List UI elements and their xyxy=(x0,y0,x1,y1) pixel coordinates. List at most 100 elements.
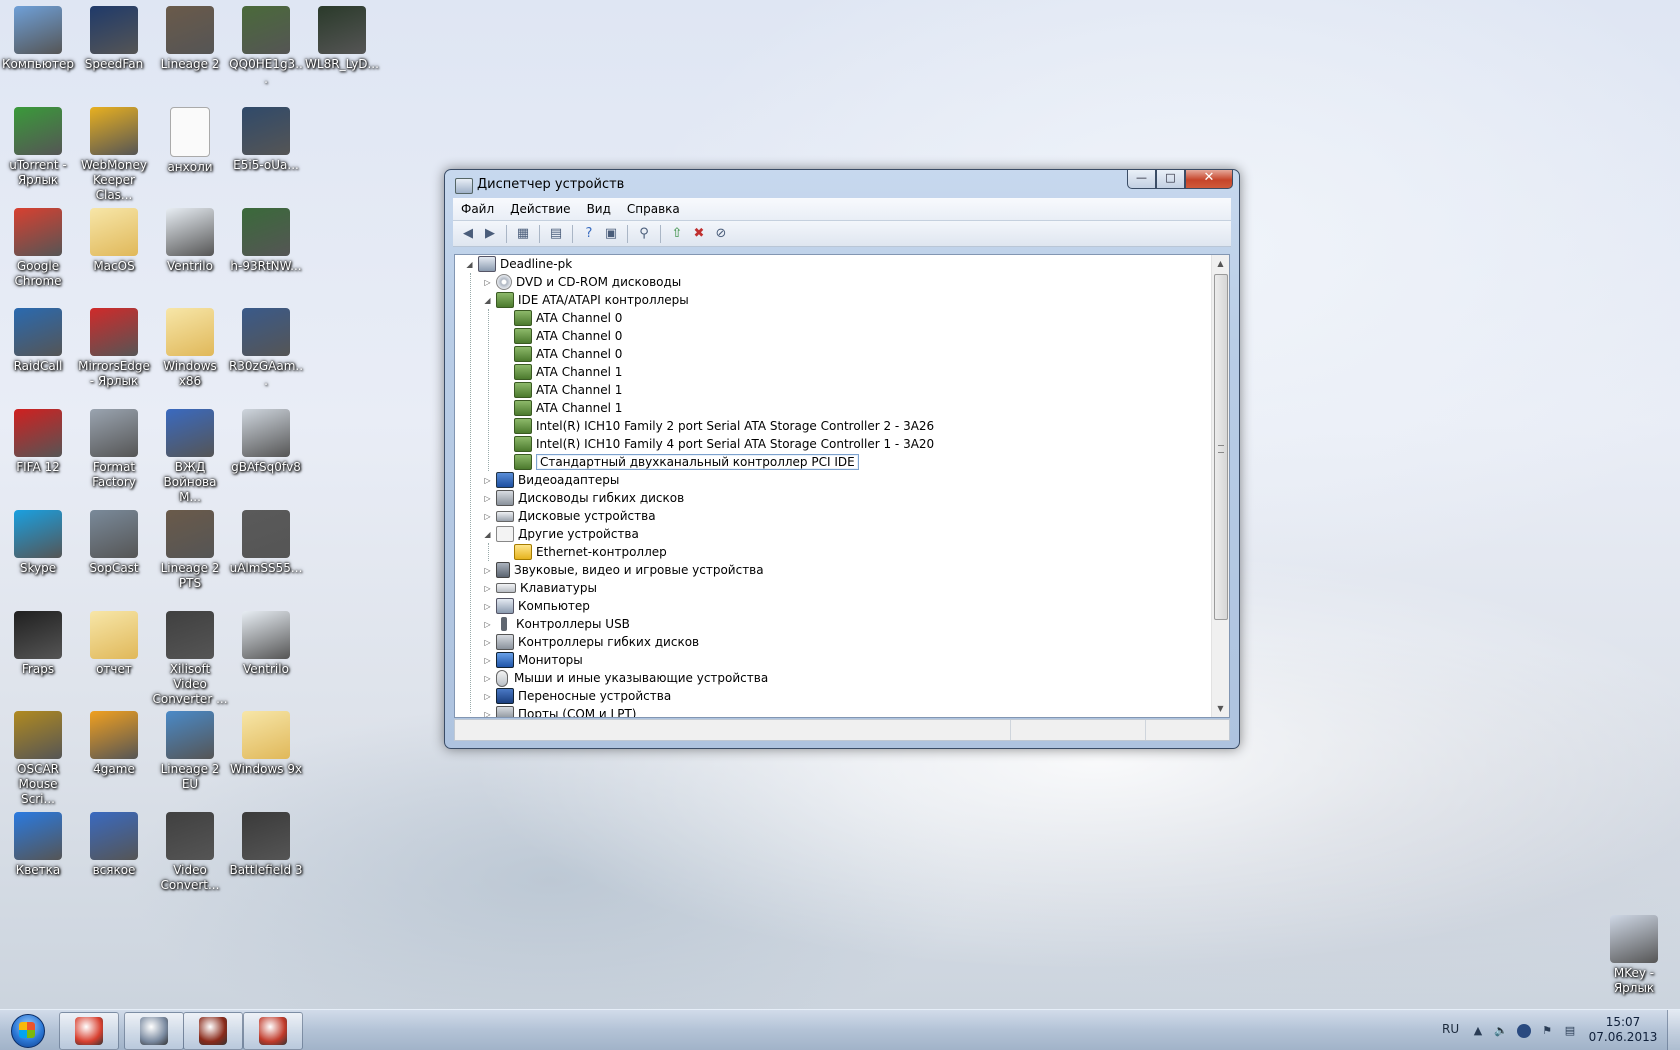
scrollbar-thumb[interactable] xyxy=(1214,274,1228,620)
expand-open-icon[interactable]: ◢ xyxy=(465,260,474,269)
desktop-icon[interactable]: ВЖД Войнова М... xyxy=(152,409,228,505)
language-indicator[interactable]: RU xyxy=(1442,1022,1459,1036)
action-center-flag-icon[interactable]: ⚑ xyxy=(1540,1024,1554,1038)
desktop-icon[interactable]: анхоли xyxy=(152,107,228,175)
expand-closed-icon[interactable]: ▷ xyxy=(483,476,492,485)
desktop-icon[interactable]: MirrorsEdge - Ярлык xyxy=(76,308,152,389)
desktop-icon[interactable]: h-93RtNW... xyxy=(228,208,304,274)
expand-closed-icon[interactable]: ▷ xyxy=(483,602,492,611)
menu-view[interactable]: Вид xyxy=(579,202,619,216)
expand-closed-icon[interactable]: ▷ xyxy=(483,278,492,287)
desktop-icon[interactable]: uTorrent - Ярлык xyxy=(0,107,76,188)
taskbar-chrome-button[interactable] xyxy=(59,1012,119,1050)
tree-node[interactable]: ▷ Мониторы xyxy=(483,651,583,669)
back-icon[interactable]: ◀ xyxy=(459,225,477,243)
desktop-icon[interactable]: Video Convert... xyxy=(152,812,228,893)
desktop-icon[interactable]: Xilisoft Video Converter ... xyxy=(152,611,228,707)
tree-node[interactable]: ATA Channel 1 xyxy=(501,363,622,381)
device-tree[interactable]: ◢ Deadline-pk ▷ DVD и CD-ROM дисководы ◢ IDE … xyxy=(455,255,1209,717)
tree-node[interactable]: ATA Channel 1 xyxy=(501,399,622,417)
tree-node[interactable]: ▷ Клавиатуры xyxy=(483,579,597,597)
expand-closed-icon[interactable]: ▷ xyxy=(483,692,492,701)
title-bar[interactable]: Диспетчер устройств — □ ✕ xyxy=(445,170,1239,198)
desktop-icon[interactable]: RaidCall xyxy=(0,308,76,374)
scroll-down-icon[interactable]: ▼ xyxy=(1212,700,1229,717)
desktop-icon[interactable]: R30zGAam... xyxy=(228,308,304,389)
expand-closed-icon[interactable]: ▷ xyxy=(483,512,492,521)
show-hide-icon[interactable]: ▤ xyxy=(547,225,565,243)
expand-closed-icon[interactable]: ▷ xyxy=(483,674,492,683)
desktop-icon[interactable]: FIFA 12 xyxy=(0,409,76,475)
tree-node[interactable]: ▷ Контроллеры гибких дисков xyxy=(483,633,699,651)
tree-node[interactable]: ▷ Переносные устройства xyxy=(483,687,671,705)
scan-icon[interactable]: ⚲ xyxy=(635,225,653,243)
desktop-icon[interactable]: Lineage 2 xyxy=(152,6,228,72)
network-icon[interactable]: ▤ xyxy=(1563,1024,1577,1038)
desktop-icon[interactable]: Кветка xyxy=(0,812,76,878)
menu-action[interactable]: Действие xyxy=(502,202,578,216)
desktop-icon[interactable]: Компьютер xyxy=(0,6,76,72)
tree-node[interactable]: ▷ Компьютер xyxy=(483,597,590,615)
taskbar-ventrilo-button[interactable] xyxy=(124,1012,184,1050)
expand-closed-icon[interactable]: ▷ xyxy=(483,638,492,647)
tree-node[interactable]: ATA Channel 1 xyxy=(501,381,622,399)
tree-node[interactable]: ▷ Звуковые, видео и игровые устройства xyxy=(483,561,764,579)
desktop-icon[interactable]: QQ0HE1g3... xyxy=(228,6,304,87)
maximize-button[interactable]: □ xyxy=(1156,170,1185,189)
desktop-icon[interactable]: Lineage 2 EU xyxy=(152,711,228,792)
desktop-icon[interactable]: MacOS xyxy=(76,208,152,274)
desktop-icon[interactable]: Windows 9x xyxy=(228,711,304,777)
desktop-icon[interactable]: Lineage 2 PTS xyxy=(152,510,228,591)
menu-file[interactable]: Файл xyxy=(453,202,502,216)
desktop-icon[interactable]: 4game xyxy=(76,711,152,777)
expand-closed-icon[interactable]: ▷ xyxy=(483,620,492,629)
view-icon[interactable]: ▣ xyxy=(602,225,620,243)
desktop-icon[interactable]: MKey - Ярлык xyxy=(1596,915,1672,996)
desktop-icon[interactable]: Format Factory xyxy=(76,409,152,490)
desktop-icon[interactable]: WL8R_LyD... xyxy=(304,6,380,72)
expand-closed-icon[interactable]: ▷ xyxy=(483,710,492,718)
tree-node[interactable]: ATA Channel 0 xyxy=(501,309,622,327)
desktop-icon[interactable]: gBAfSq0fv8 xyxy=(228,409,304,475)
desktop-icon[interactable]: uAlmSS55... xyxy=(228,510,304,576)
tree-node[interactable]: ▷ Дисководы гибких дисков xyxy=(483,489,684,507)
desktop-icon[interactable]: Google Chrome xyxy=(0,208,76,289)
show-hidden-icons-icon[interactable]: ▲ xyxy=(1471,1024,1485,1038)
desktop-icon[interactable]: OSCAR Mouse Scri... xyxy=(0,711,76,807)
uninstall-icon[interactable]: ✖ xyxy=(690,225,708,243)
show-desktop-button[interactable] xyxy=(1667,1010,1680,1050)
taskbar-lineage-button[interactable] xyxy=(183,1012,243,1050)
tree-node[interactable]: ATA Channel 0 xyxy=(501,345,622,363)
menu-help[interactable]: Справка xyxy=(619,202,688,216)
device-tree-pane[interactable]: ◢ Deadline-pk ▷ DVD и CD-ROM дисководы ◢ IDE … xyxy=(454,254,1230,718)
device-manager-window[interactable]: Диспетчер устройств — □ ✕ Файл Действие … xyxy=(444,169,1240,749)
tray-app-icon[interactable] xyxy=(1517,1024,1531,1038)
taskbar-device-manager-button[interactable] xyxy=(243,1012,303,1050)
desktop-icon[interactable]: Skype xyxy=(0,510,76,576)
desktop-icon[interactable]: WebMoney Keeper Clas... xyxy=(76,107,152,203)
expand-closed-icon[interactable]: ▷ xyxy=(483,566,492,575)
properties-icon[interactable]: ▦ xyxy=(514,225,532,243)
tree-node[interactable]: Intel(R) ICH10 Family 4 port Serial ATA … xyxy=(501,435,934,453)
vertical-scrollbar[interactable]: ▲ ▼ xyxy=(1211,255,1229,717)
tree-node[interactable]: ▷ Дисковые устройства xyxy=(483,507,655,525)
clock[interactable]: 15:07 07.06.2013 xyxy=(1585,1015,1661,1045)
volume-icon[interactable]: 🔈 xyxy=(1494,1024,1508,1038)
expand-closed-icon[interactable]: ▷ xyxy=(483,584,492,593)
expand-closed-icon[interactable]: ▷ xyxy=(483,494,492,503)
minimize-button[interactable]: — xyxy=(1127,170,1156,189)
update-driver-icon[interactable]: ⇧ xyxy=(668,225,686,243)
close-button[interactable]: ✕ xyxy=(1185,170,1233,189)
desktop-icon[interactable]: Ventrilo xyxy=(152,208,228,274)
tree-node[interactable]: Intel(R) ICH10 Family 2 port Serial ATA … xyxy=(501,417,934,435)
tree-node[interactable]: ▷ DVD и CD-ROM дисководы xyxy=(483,273,681,291)
tree-node[interactable]: ◢ Deadline-pk xyxy=(465,255,572,273)
desktop-icon[interactable]: SopCast xyxy=(76,510,152,576)
forward-icon[interactable]: ▶ xyxy=(481,225,499,243)
expand-open-icon[interactable]: ◢ xyxy=(483,530,492,539)
tree-node[interactable]: Ethernet-контроллер xyxy=(501,543,667,561)
tree-node[interactable]: ▷ Видеоадаптеры xyxy=(483,471,619,489)
desktop-icon[interactable]: E5i5-oUa... xyxy=(228,107,304,173)
desktop-icon[interactable]: всякое xyxy=(76,812,152,878)
tree-node[interactable]: Стандартный двухканальный контроллер PCI… xyxy=(501,453,859,471)
